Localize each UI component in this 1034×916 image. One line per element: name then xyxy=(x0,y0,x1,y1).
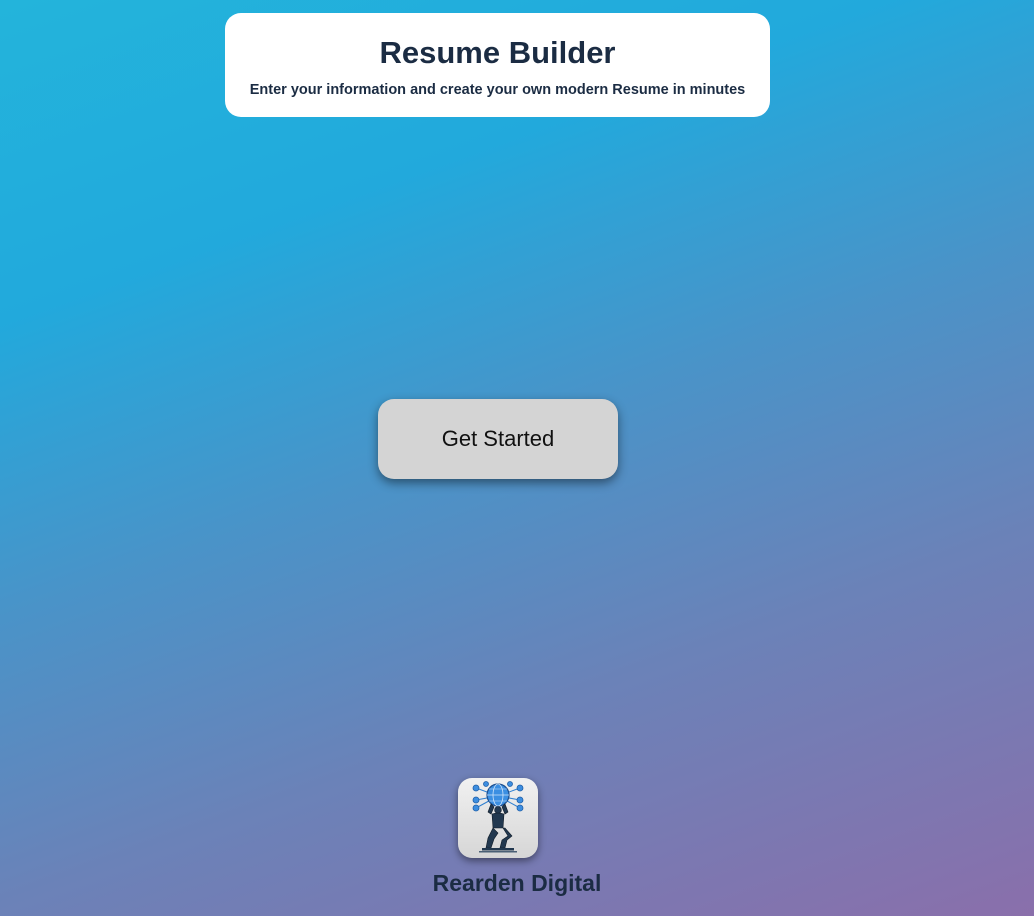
atlas-globe-logo-icon xyxy=(472,781,524,853)
company-logo[interactable] xyxy=(458,778,538,858)
get-started-button[interactable]: Get Started xyxy=(378,399,618,479)
brand-name: Rearden Digital xyxy=(432,870,602,896)
page-title: Resume Builder xyxy=(379,35,616,70)
page-subtitle: Enter your information and create your o… xyxy=(249,82,746,98)
header-card: Resume Builder Enter your information an… xyxy=(225,13,770,117)
